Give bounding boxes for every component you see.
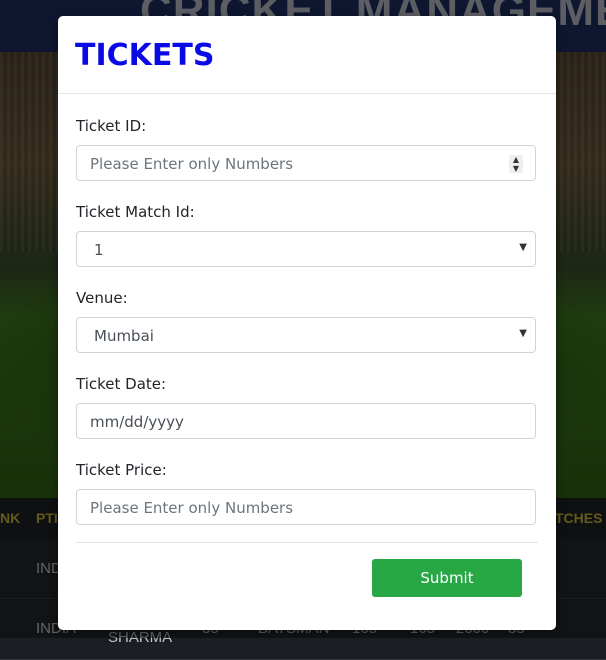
ticket-match-id-label: Ticket Match Id: (76, 203, 195, 221)
ticket-price-placeholder: Please Enter only Numbers (90, 499, 294, 517)
submit-button[interactable]: Submit (372, 559, 522, 597)
venue-label: Venue: (76, 289, 128, 307)
modal-title: TICKETS (75, 38, 215, 73)
ticket-date-input[interactable]: mm/dd/yyyy (76, 403, 536, 439)
number-spinner-icon[interactable]: ▲ ▼ (509, 155, 523, 173)
ticket-match-id-value: 1 (94, 241, 104, 259)
ticket-id-placeholder: Please Enter only Numbers (90, 155, 294, 173)
ticket-date-label: Ticket Date: (76, 375, 167, 393)
ticket-price-input[interactable]: Please Enter only Numbers (76, 489, 536, 525)
venue-select[interactable]: Mumbai ▼ (76, 317, 536, 353)
chevron-down-icon: ▼ (519, 328, 527, 339)
ticket-date-placeholder: mm/dd/yyyy (90, 413, 184, 431)
chevron-down-icon: ▼ (519, 242, 527, 253)
tickets-modal: TICKETS Ticket ID: Please Enter only Num… (58, 16, 556, 630)
ticket-match-id-select[interactable]: 1 ▼ (76, 231, 536, 267)
venue-value: Mumbai (94, 327, 154, 345)
modal-header: TICKETS (58, 16, 556, 94)
modal-footer-divider (76, 542, 538, 543)
ticket-id-label: Ticket ID: (76, 117, 147, 135)
ticket-id-input[interactable]: Please Enter only Numbers ▲ ▼ (76, 145, 536, 181)
ticket-price-label: Ticket Price: (76, 461, 167, 479)
